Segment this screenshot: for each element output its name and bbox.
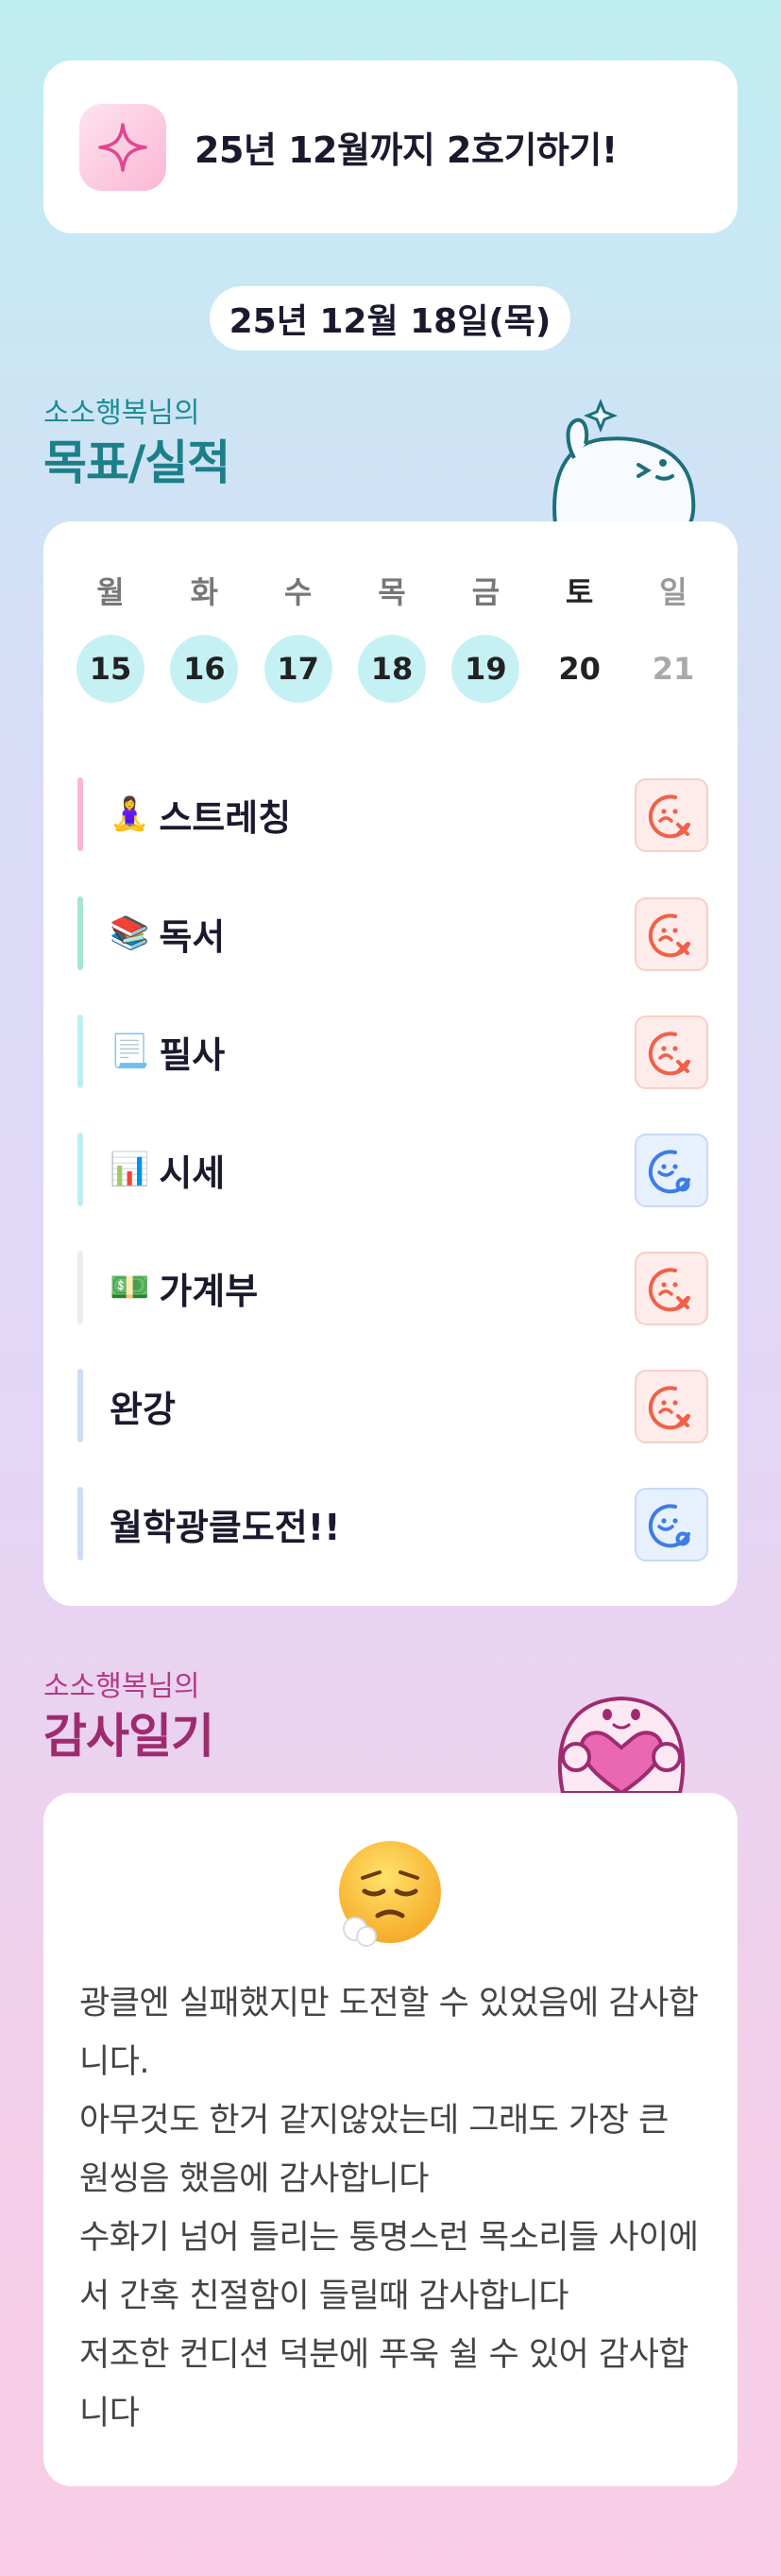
task-row[interactable]: 💵 가계부 xyxy=(77,1251,708,1325)
date-cell-20[interactable]: 20 xyxy=(546,635,614,703)
task-row[interactable]: 📃 필사 xyxy=(77,1015,708,1089)
task-row[interactable]: 월학광클도전!! xyxy=(77,1487,708,1561)
task-name: 🧘‍♀️ 스트레칭 xyxy=(110,789,291,841)
status-fail-icon[interactable] xyxy=(635,1252,708,1325)
task-color-bar xyxy=(77,1487,83,1561)
date-cell-17[interactable]: 17 xyxy=(263,635,332,703)
weekday-mon: 월 xyxy=(96,574,125,610)
task-name: 완강 xyxy=(110,1380,176,1432)
task-label: 스트레칭 xyxy=(159,796,292,839)
task-color-bar xyxy=(77,1015,83,1088)
task-label: 시세 xyxy=(159,1152,226,1194)
diary-section-title: 감사일기 xyxy=(43,1709,214,1764)
goals-section-title: 목표/실적 xyxy=(43,435,230,490)
task-row[interactable]: 완강 xyxy=(77,1369,708,1443)
goal-text: 25년 12월까지 2호기하기! xyxy=(195,129,618,171)
weekday-row: 월 화 수 목 금 토 일 xyxy=(76,569,707,612)
task-color-bar xyxy=(77,1251,83,1324)
task-name: 📃 필사 xyxy=(110,1026,225,1078)
status-done-icon[interactable] xyxy=(635,1488,708,1561)
task-emoji-icon: 💵 xyxy=(110,1269,150,1306)
status-fail-icon[interactable] xyxy=(635,1015,708,1089)
diary-text[interactable]: 광클엔 실패했지만 도전할 수 있었음에 감사합니다. 아무것도 한거 같지않았… xyxy=(79,1974,703,2443)
task-name: 💵 가계부 xyxy=(110,1262,258,1314)
weekday-sat: 토 xyxy=(565,574,594,610)
date-cell-15[interactable]: 15 xyxy=(76,635,144,703)
mascot-heart-icon xyxy=(557,1696,686,1793)
task-emoji-icon: 📚 xyxy=(110,914,150,952)
task-emoji-icon: 🧘‍♀️ xyxy=(110,795,150,833)
task-emoji-icon: 📊 xyxy=(110,1151,150,1188)
goal-card[interactable]: 25년 12월까지 2호기하기! xyxy=(43,60,738,233)
date-row: 15 16 17 18 19 20 21 xyxy=(76,635,707,703)
task-row[interactable]: 🧘‍♀️ 스트레칭 xyxy=(77,777,708,852)
task-name: 📊 시세 xyxy=(110,1144,225,1196)
task-name: 📚 독서 xyxy=(110,908,225,960)
weekday-sun: 일 xyxy=(659,574,688,610)
task-color-bar xyxy=(77,1369,83,1442)
task-label: 월학광클도전!! xyxy=(110,1506,341,1548)
status-done-icon[interactable] xyxy=(635,1134,708,1207)
weekday-fri: 금 xyxy=(471,574,501,610)
task-row[interactable]: 📚 독서 xyxy=(77,896,708,971)
task-label: 필사 xyxy=(159,1033,226,1076)
date-cell-16[interactable]: 16 xyxy=(170,635,239,703)
task-emoji-icon: 📃 xyxy=(110,1032,150,1070)
goals-card: 월 화 수 목 금 토 일 15 16 17 18 19 20 21 🧘‍♀️ 스… xyxy=(43,521,738,1606)
status-fail-icon[interactable] xyxy=(635,1370,708,1443)
task-label: 완강 xyxy=(110,1388,176,1430)
task-color-bar xyxy=(77,777,83,851)
exhaling-face-icon xyxy=(339,1841,441,1947)
date-cell-21[interactable]: 21 xyxy=(639,635,707,703)
status-fail-icon[interactable] xyxy=(635,897,708,971)
task-color-bar xyxy=(77,896,83,970)
date-cell-18[interactable]: 18 xyxy=(357,635,426,703)
task-label: 가계부 xyxy=(159,1270,259,1312)
status-fail-icon[interactable] xyxy=(635,778,708,852)
task-name: 월학광클도전!! xyxy=(110,1498,340,1550)
task-color-bar xyxy=(77,1133,83,1206)
weekday-thu: 목 xyxy=(378,574,406,610)
weekday-wed: 수 xyxy=(283,574,313,610)
task-label: 독서 xyxy=(159,915,226,958)
task-row[interactable]: 📊 시세 xyxy=(77,1133,708,1207)
date-cell-19[interactable]: 19 xyxy=(451,635,520,703)
weekday-tue: 화 xyxy=(190,574,219,610)
sparkle-icon xyxy=(79,103,166,191)
date-pill[interactable]: 25년 12월 18일(목) xyxy=(210,286,570,350)
mascot-cheer-icon xyxy=(552,398,696,524)
diary-card: 광클엔 실패했지만 도전할 수 있었음에 감사합니다. 아무것도 한거 같지않았… xyxy=(43,1793,738,2486)
